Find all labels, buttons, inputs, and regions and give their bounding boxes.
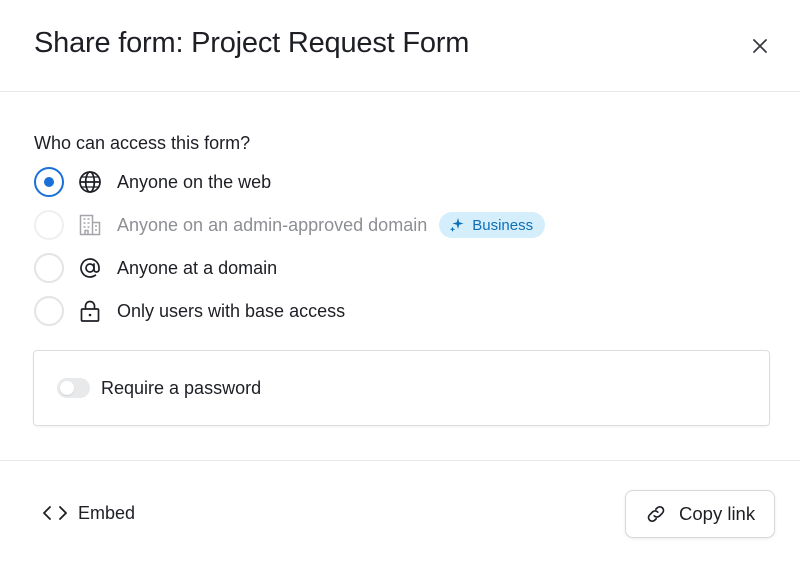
lock-icon xyxy=(77,298,103,324)
embed-label: Embed xyxy=(78,502,136,523)
option-label: Only users with base access xyxy=(117,300,346,321)
link-icon xyxy=(645,503,667,525)
building-icon xyxy=(77,212,103,238)
dialog-footer: Embed Copy link xyxy=(0,460,800,562)
option-label: Anyone on an admin-approved domain xyxy=(117,214,428,235)
globe-icon xyxy=(77,169,103,195)
radio-base-access[interactable] xyxy=(34,296,64,326)
access-option-base-access[interactable]: Only users with base access xyxy=(34,294,345,328)
at-sign-icon xyxy=(77,255,103,281)
share-form-dialog: Share form: Project Request Form Who can… xyxy=(0,0,800,562)
copy-link-button[interactable]: Copy link xyxy=(625,490,775,538)
badge-label: Business xyxy=(472,216,534,234)
access-option-anyone-on-web[interactable]: Anyone on the web xyxy=(34,165,271,199)
sparkle-icon xyxy=(450,218,464,232)
code-brackets-icon xyxy=(43,506,67,520)
close-icon xyxy=(753,39,767,53)
require-password-toggle[interactable] xyxy=(57,378,90,398)
radio-anyone-on-web[interactable] xyxy=(34,167,64,197)
dialog-body: Who can access this form? Anyone on the … xyxy=(0,92,800,460)
radio-admin-approved-domain xyxy=(34,210,64,240)
require-password-label: Require a password xyxy=(101,377,262,398)
dialog-title: Share form: Project Request Form xyxy=(34,27,470,59)
copy-link-label: Copy link xyxy=(679,503,756,524)
dialog-header: Share form: Project Request Form xyxy=(0,0,800,92)
option-label: Anyone on the web xyxy=(117,171,272,192)
embed-button[interactable]: Embed xyxy=(42,498,135,528)
access-option-anyone-at-domain[interactable]: Anyone at a domain xyxy=(34,251,277,285)
option-label: Anyone at a domain xyxy=(117,257,278,278)
access-question: Who can access this form? xyxy=(34,133,251,153)
business-plan-badge: Business xyxy=(439,212,546,238)
radio-anyone-at-domain[interactable] xyxy=(34,253,64,283)
access-option-admin-approved-domain: Anyone on an admin-approved domain Busin… xyxy=(34,208,546,242)
password-setting-panel: Require a password xyxy=(33,350,770,426)
close-button[interactable] xyxy=(746,32,774,60)
